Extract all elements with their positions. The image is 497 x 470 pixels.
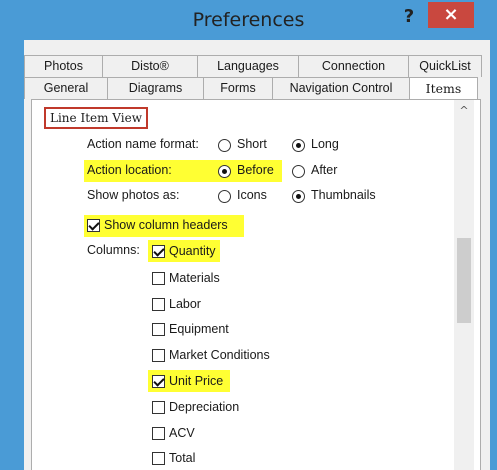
checkbox-depreciation[interactable] — [152, 401, 165, 414]
action-name-format-label: Action name format: — [87, 137, 199, 151]
radio-thumbnails[interactable] — [292, 190, 305, 203]
vertical-scrollbar[interactable]: ^ — [454, 100, 474, 470]
radio-after-label[interactable]: After — [311, 163, 337, 177]
tab-quicklist[interactable]: QuickList — [408, 55, 482, 77]
checkbox-show-column-headers[interactable] — [87, 219, 100, 232]
group-label-text: Line Item View — [50, 111, 142, 125]
checkbox-acv[interactable] — [152, 427, 165, 440]
radio-long-label[interactable]: Long — [311, 137, 339, 151]
checkbox-quantity-label[interactable]: Quantity — [169, 244, 216, 258]
checkbox-market-conditions-label[interactable]: Market Conditions — [169, 348, 270, 362]
tab-connection[interactable]: Connection — [298, 55, 409, 77]
tab-items[interactable]: Items — [409, 77, 478, 100]
radio-before-label[interactable]: Before — [237, 163, 274, 177]
action-location-label: Action location: — [87, 163, 172, 177]
show-photos-as-label: Show photos as: — [87, 188, 180, 202]
checkbox-depreciation-label[interactable]: Depreciation — [169, 400, 239, 414]
tab-general[interactable]: General — [24, 77, 108, 99]
tab-languages[interactable]: Languages — [197, 55, 299, 77]
radio-thumbnails-label[interactable]: Thumbnails — [311, 188, 376, 202]
checkbox-labor[interactable] — [152, 298, 165, 311]
checkbox-equipment[interactable] — [152, 323, 165, 336]
checkbox-unit-price-label[interactable]: Unit Price — [169, 374, 223, 388]
tab-row-1: Photos Disto® Languages Connection Quick… — [24, 55, 482, 77]
radio-short-label[interactable]: Short — [237, 137, 267, 151]
title-bar[interactable]: Preferences ? × — [0, 0, 497, 40]
radio-after[interactable] — [292, 165, 305, 178]
radio-icons-label[interactable]: Icons — [237, 188, 267, 202]
checkbox-unit-price[interactable] — [152, 375, 165, 388]
tab-diagrams[interactable]: Diagrams — [107, 77, 204, 99]
checkbox-equipment-label[interactable]: Equipment — [169, 322, 229, 336]
help-button[interactable]: ? — [398, 4, 420, 30]
tab-navigation-control[interactable]: Navigation Control — [272, 77, 410, 99]
window-title: Preferences — [192, 9, 305, 31]
radio-short[interactable] — [218, 139, 231, 152]
columns-label: Columns: — [87, 243, 140, 257]
group-label-line-item-view: Line Item View — [44, 107, 148, 129]
scroll-thumb[interactable] — [457, 238, 471, 323]
tab-row-2: General Diagrams Forms Navigation Contro… — [24, 77, 478, 100]
checkbox-market-conditions[interactable] — [152, 349, 165, 362]
tab-disto[interactable]: Disto® — [102, 55, 198, 77]
close-button[interactable]: × — [428, 2, 474, 28]
checkbox-quantity[interactable] — [152, 245, 165, 258]
checkbox-labor-label[interactable]: Labor — [169, 297, 201, 311]
items-tab-panel — [31, 99, 481, 470]
radio-before[interactable] — [218, 165, 231, 178]
scroll-up-arrow-icon[interactable]: ^ — [454, 104, 474, 120]
radio-long[interactable] — [292, 139, 305, 152]
checkbox-total-label[interactable]: Total — [169, 451, 195, 465]
radio-icons[interactable] — [218, 190, 231, 203]
checkbox-materials[interactable] — [152, 272, 165, 285]
checkbox-acv-label[interactable]: ACV — [169, 426, 195, 440]
tab-forms[interactable]: Forms — [203, 77, 273, 99]
checkbox-total[interactable] — [152, 452, 165, 465]
preferences-window: Preferences ? × Photos Disto® Languages … — [0, 0, 497, 470]
checkbox-materials-label[interactable]: Materials — [169, 271, 220, 285]
checkbox-show-column-headers-label[interactable]: Show column headers — [104, 218, 228, 232]
tab-photos[interactable]: Photos — [24, 55, 103, 77]
